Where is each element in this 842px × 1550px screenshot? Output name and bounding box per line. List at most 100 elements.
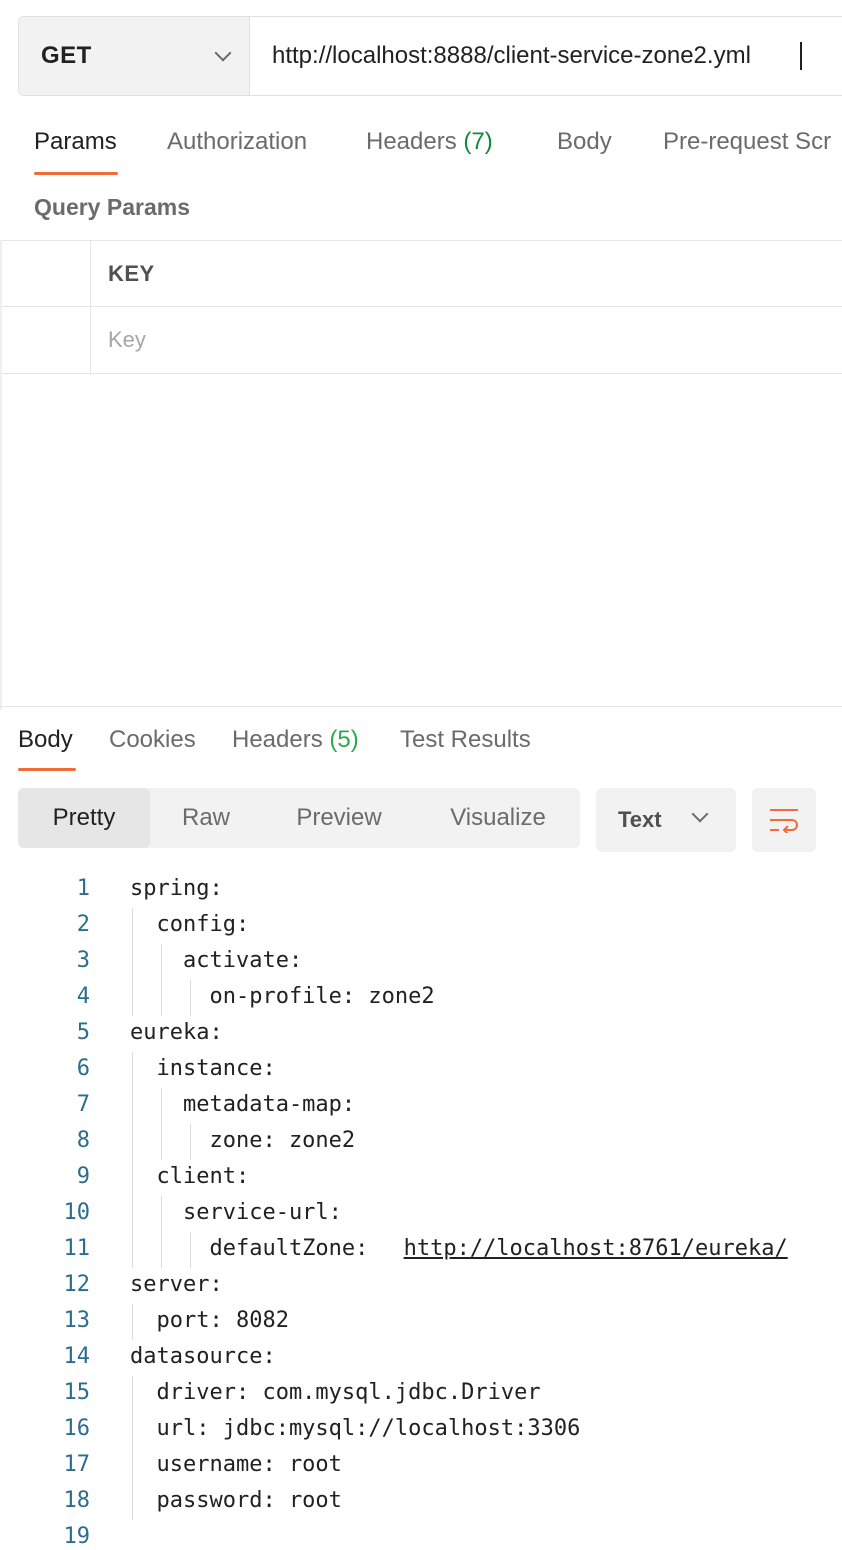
code-text: password: root	[130, 1488, 342, 1513]
table-row	[2, 307, 842, 373]
format-label: Text	[618, 807, 662, 832]
code-text: port: 8082	[130, 1308, 289, 1333]
code-text: instance:	[130, 1056, 276, 1081]
url-input[interactable]	[250, 17, 842, 95]
indent-guide	[160, 1124, 162, 1160]
response-tabs: Body Cookies Headers (5) Test Results	[0, 716, 842, 776]
tab-response-headers-label: Headers	[232, 726, 323, 753]
indent-guide	[132, 1124, 133, 1160]
line-number: 7	[76, 1092, 90, 1117]
indent-guide	[132, 980, 133, 1016]
request-bar: GET	[18, 16, 842, 96]
line-number: 2	[76, 912, 90, 937]
code-text: on-profile: zone2	[130, 984, 435, 1009]
code-text: spring:	[130, 876, 223, 901]
code-line: 19	[0, 1520, 842, 1550]
query-params-title: Query Params	[34, 194, 190, 220]
indent-guide	[132, 908, 133, 944]
view-raw-button[interactable]: Raw	[150, 788, 262, 848]
table-header-row: KEY	[2, 241, 842, 307]
line-number: 12	[63, 1272, 91, 1297]
line-number: 11	[63, 1236, 91, 1261]
code-text: activate:	[130, 948, 303, 973]
active-tab-indicator	[18, 768, 76, 771]
text-cursor	[800, 42, 802, 70]
tab-pre-request-script[interactable]: Pre-request Scr	[663, 128, 831, 156]
indent-guide	[160, 944, 162, 980]
line-number: 17	[63, 1452, 91, 1477]
method-select[interactable]: GET	[19, 17, 250, 95]
line-number: 1	[76, 876, 90, 901]
indent-guide	[132, 1232, 133, 1268]
line-number: 18	[63, 1488, 91, 1513]
pane-divider[interactable]	[0, 706, 842, 707]
line-number: 5	[76, 1020, 90, 1045]
code-text: config:	[130, 912, 250, 937]
indent-guide	[189, 980, 191, 1016]
headers-count-badge: (7)	[463, 128, 493, 155]
tab-response-body[interactable]: Body	[18, 726, 73, 754]
indent-guide	[132, 944, 133, 980]
indent-guide	[132, 1196, 133, 1232]
code-line: 12 server:	[0, 1268, 842, 1304]
code-line: 1 spring:	[0, 872, 842, 908]
view-visualize-button[interactable]: Visualize	[426, 788, 570, 848]
format-select[interactable]: Text	[596, 788, 736, 852]
tab-response-headers[interactable]: Headers (5)	[232, 726, 359, 754]
indent-guide	[132, 1160, 133, 1196]
code-line: 9 client:	[0, 1160, 842, 1196]
chevron-down-icon	[691, 805, 709, 823]
code-line: 14 datasource:	[0, 1340, 842, 1376]
code-text: driver: com.mysql.jdbc.Driver	[130, 1380, 541, 1405]
column-divider	[90, 241, 91, 375]
indent-guide	[189, 1124, 191, 1160]
code-text: metadata-map:	[130, 1092, 356, 1117]
code-text: client:	[130, 1164, 250, 1189]
code-line: 6 instance:	[0, 1052, 842, 1088]
line-number: 4	[76, 984, 90, 1009]
code-line: 15 driver: com.mysql.jdbc.Driver	[0, 1376, 842, 1412]
key-input[interactable]	[108, 321, 808, 359]
line-number: 19	[63, 1524, 91, 1549]
indent-guide	[160, 1232, 162, 1268]
method-label: GET	[41, 42, 92, 69]
code-line: 11 defaultZone: http://localhost:8761/eu…	[0, 1232, 842, 1268]
wrap-lines-button[interactable]	[752, 788, 816, 852]
line-number: 9	[76, 1164, 90, 1189]
tab-cookies[interactable]: Cookies	[109, 726, 196, 754]
code-text: username: root	[130, 1452, 342, 1477]
code-text: zone: zone2	[130, 1128, 356, 1153]
tab-authorization[interactable]: Authorization	[167, 128, 307, 156]
code-text: eureka:	[130, 1020, 223, 1045]
code-line: 18 password: root	[0, 1484, 842, 1520]
code-link[interactable]: http://localhost:8761/eureka/	[404, 1236, 788, 1261]
tab-params[interactable]: Params	[34, 128, 117, 156]
line-number: 16	[63, 1416, 91, 1441]
query-params-table: KEY	[2, 240, 842, 375]
response-headers-count-badge: (5)	[329, 726, 359, 753]
indent-guide	[132, 1088, 133, 1124]
indent-guide	[132, 1484, 133, 1520]
line-number: 10	[63, 1200, 91, 1225]
indent-guide	[160, 1088, 162, 1124]
active-tab-indicator	[34, 172, 118, 175]
indent-guide	[160, 980, 162, 1016]
code-line: 4 on-profile: zone2	[0, 980, 842, 1016]
code-line: 2 config:	[0, 908, 842, 944]
tab-headers[interactable]: Headers (7)	[366, 128, 493, 156]
request-tabs: Params Authorization Headers (7) Body Pr…	[0, 118, 842, 178]
indent-guide	[132, 1376, 133, 1412]
code-text: url: jdbc:mysql://localhost:3306	[130, 1416, 581, 1441]
line-number: 6	[76, 1056, 90, 1081]
line-number: 15	[63, 1380, 91, 1405]
code-line: 10 service-url:	[0, 1196, 842, 1232]
code-line: 17 username: root	[0, 1448, 842, 1484]
indent-guide	[189, 1232, 191, 1268]
view-preview-button[interactable]: Preview	[272, 788, 406, 848]
line-number: 3	[76, 948, 90, 973]
code-line: 7 metadata-map:	[0, 1088, 842, 1124]
tab-test-results[interactable]: Test Results	[400, 726, 531, 754]
tab-body[interactable]: Body	[557, 128, 612, 156]
view-pretty-button[interactable]: Pretty	[18, 788, 150, 848]
wrap-lines-icon	[770, 809, 798, 833]
